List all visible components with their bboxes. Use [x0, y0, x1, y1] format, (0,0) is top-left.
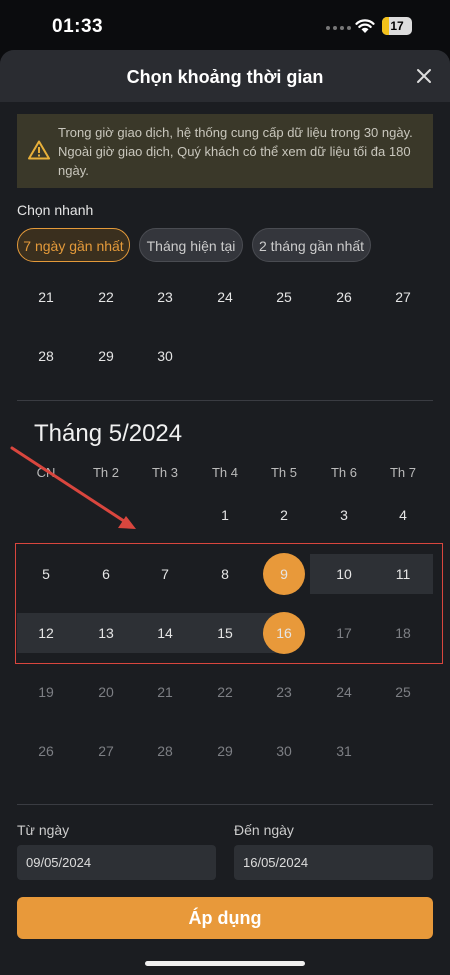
cellular-signal-icon: [326, 26, 351, 30]
prev-month-day[interactable]: 24: [197, 277, 253, 317]
calendar-day[interactable]: 21: [137, 672, 193, 712]
prev-month-day[interactable]: 27: [375, 277, 431, 317]
annotation-box: [15, 543, 443, 664]
battery-icon: 17: [382, 17, 412, 35]
info-notice: Trong giờ giao dịch, hệ thống cung cấp d…: [17, 114, 433, 188]
prev-month-day[interactable]: 26: [316, 277, 372, 317]
weekday-label: Th 4: [211, 465, 238, 480]
calendar-day[interactable]: 3: [316, 495, 372, 535]
calendar-day[interactable]: 31: [316, 731, 372, 771]
wifi-icon: [355, 19, 375, 33]
warning-icon: [28, 140, 50, 160]
weekday-label: Th 5: [270, 465, 297, 480]
weekday-label: Th 6: [330, 465, 357, 480]
calendar-day[interactable]: 23: [256, 672, 312, 712]
battery-level: 17: [390, 19, 404, 33]
calendar-day[interactable]: 25: [375, 672, 431, 712]
chip-last-7-days[interactable]: 7 ngày gần nhất: [17, 228, 130, 262]
calendar-day[interactable]: 2: [256, 495, 312, 535]
weekday-label: Th 3: [151, 465, 178, 480]
calendar-day[interactable]: 30: [256, 731, 312, 771]
apply-button[interactable]: Áp dụng: [17, 897, 433, 939]
quick-select-label: Chọn nhanh: [17, 202, 94, 218]
prev-month-day[interactable]: 21: [18, 277, 74, 317]
weekday-label: Th 7: [389, 465, 416, 480]
to-date-label: Đến ngày: [234, 822, 294, 838]
prev-month-day[interactable]: 22: [78, 277, 134, 317]
sheet-header: Chọn khoảng thời gian: [0, 50, 450, 102]
prev-month-day[interactable]: 30: [137, 336, 193, 376]
chip-last-2-months[interactable]: 2 tháng gần nhất: [252, 228, 371, 262]
calendar-day[interactable]: 20: [78, 672, 134, 712]
calendar-day[interactable]: 1: [197, 495, 253, 535]
fields-divider: [17, 804, 433, 805]
status-time: 01:33: [52, 16, 104, 37]
notice-text: Trong giờ giao dịch, hệ thống cung cấp d…: [58, 125, 413, 178]
close-icon[interactable]: [412, 64, 436, 88]
from-date-field[interactable]: 09/05/2024: [17, 845, 216, 880]
from-date-label: Từ ngày: [17, 822, 70, 838]
calendar-day[interactable]: 29: [197, 731, 253, 771]
calendar-day[interactable]: 24: [316, 672, 372, 712]
month-title: Tháng 5/2024: [34, 420, 183, 447]
weekday-label: Th 2: [92, 465, 119, 480]
calendar-day[interactable]: 27: [78, 731, 134, 771]
calendar-day[interactable]: 19: [18, 672, 74, 712]
prev-month-day[interactable]: 25: [256, 277, 312, 317]
calendar-day[interactable]: 26: [18, 731, 74, 771]
weekday-label: CN: [36, 465, 56, 480]
chip-current-month[interactable]: Tháng hiện tại: [139, 228, 243, 262]
home-indicator[interactable]: [145, 961, 305, 966]
prev-month-day[interactable]: 29: [78, 336, 134, 376]
sheet-title: Chọn khoảng thời gian: [126, 67, 324, 87]
to-date-field[interactable]: 16/05/2024: [234, 845, 433, 880]
prev-month-day[interactable]: 28: [18, 336, 74, 376]
month-divider: [17, 400, 433, 401]
calendar-day[interactable]: 22: [197, 672, 253, 712]
calendar-day[interactable]: 4: [375, 495, 431, 535]
prev-month-day[interactable]: 23: [137, 277, 193, 317]
date-range-sheet: Chọn khoảng thời gian Trong giờ giao dịc…: [0, 50, 450, 975]
calendar-day[interactable]: 28: [137, 731, 193, 771]
status-bar: 01:33 17: [0, 0, 450, 50]
